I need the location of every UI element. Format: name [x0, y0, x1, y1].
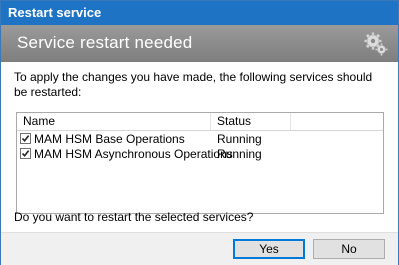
restart-service-dialog: Restart service Service restart needed T… [0, 0, 399, 265]
title-bar[interactable]: Restart service [1, 1, 398, 25]
banner-heading: Service restart needed [17, 33, 193, 52]
service-name: MAM HSM Base Operations [34, 132, 185, 146]
header-banner: Service restart needed [1, 25, 398, 62]
service-status: Running [217, 147, 262, 161]
list-item[interactable]: MAM HSM Base Operations Running [17, 132, 383, 147]
list-item[interactable]: MAM HSM Asynchronous Operations Running [17, 147, 383, 162]
column-header-name[interactable]: Name [17, 113, 211, 130]
dialog-content: To apply the changes you have made, the … [1, 62, 398, 232]
no-button[interactable]: No [313, 239, 385, 259]
list-header: Name Status [17, 113, 383, 131]
service-checkbox[interactable] [20, 133, 31, 144]
yes-button[interactable]: Yes [233, 239, 305, 259]
gear-icon [363, 31, 389, 57]
button-bar: Yes No [1, 232, 398, 265]
service-checkbox[interactable] [20, 148, 31, 159]
services-list[interactable]: Name Status MAM HSM Base Operations Runn… [16, 112, 384, 214]
window-title: Restart service [8, 5, 102, 20]
instruction-text: To apply the changes you have made, the … [14, 70, 373, 99]
column-header-status[interactable]: Status [211, 113, 291, 130]
confirmation-question: Do you want to restart the selected serv… [14, 210, 254, 224]
service-status: Running [217, 132, 262, 146]
service-name: MAM HSM Asynchronous Operations [34, 147, 233, 161]
